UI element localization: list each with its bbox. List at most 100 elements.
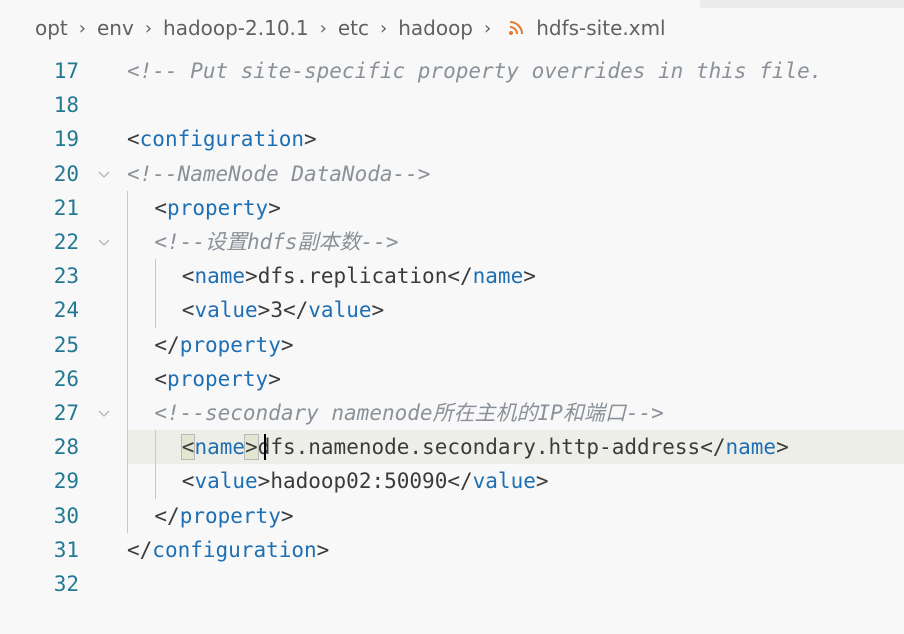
line-number: 19	[53, 127, 79, 152]
tag-bracket: <	[181, 298, 195, 323]
code-content: <name>dfs.namenode.secondary.http-addres…	[180, 430, 789, 464]
chevron-down-icon[interactable]	[98, 236, 110, 248]
code-line-23[interactable]: 23 <name>dfs.replication</name>	[0, 259, 904, 293]
breadcrumb-opt[interactable]: opt	[33, 16, 70, 40]
line-number: 18	[53, 93, 79, 118]
line-number: 31	[53, 537, 79, 562]
breadcrumb-env[interactable]: env	[95, 16, 136, 40]
chevron-right-icon: ›	[380, 17, 388, 39]
tag-bracket: </	[127, 537, 153, 562]
breadcrumb-file[interactable]: hdfs-site.xml	[534, 16, 667, 40]
line-number: 24	[53, 298, 79, 323]
code-line-22[interactable]: 22 <!--设置hdfs副本数-->	[0, 225, 904, 259]
tag-bracket: </	[282, 298, 309, 323]
code-content: <!--设置hdfs副本数-->	[154, 225, 398, 259]
line-number: 23	[53, 264, 79, 289]
tag-bracket: <	[154, 366, 168, 391]
editor-tab-strip	[0, 0, 904, 8]
tag-name: name	[725, 435, 777, 460]
breadcrumb-hadoop[interactable]: hadoop	[396, 16, 475, 40]
tag-name: value	[194, 298, 258, 323]
active-tab-area[interactable]	[0, 0, 700, 8]
line-number: 27	[53, 401, 79, 425]
code-line-24[interactable]: 24 <value>3</value>	[0, 293, 904, 327]
tag-bracket: </	[700, 435, 726, 460]
tag-value-text: hadoop02:50090	[270, 469, 448, 494]
breadcrumb-hadoop-version[interactable]: hadoop-2.10.1	[161, 16, 311, 40]
tag-bracket: >	[268, 366, 281, 391]
line-number: 21	[53, 195, 79, 220]
code-line-30[interactable]: 30 </property>	[0, 499, 904, 533]
code-content: </configuration>	[127, 533, 329, 567]
code-line-31[interactable]: 31 </configuration>	[0, 533, 904, 567]
code-line-27[interactable]: 27 <!--secondary namenode所在主机的IP和端口-->	[0, 396, 904, 430]
code-line-25[interactable]: 25 </property>	[0, 328, 904, 362]
tag-bracket: >	[257, 298, 271, 323]
xml-comment: <!--设置hdfs副本数-->	[154, 230, 399, 254]
rss-icon	[509, 21, 524, 35]
indent-guide	[155, 259, 156, 328]
code-line-21[interactable]: 21 <property>	[0, 191, 904, 225]
code-line-20[interactable]: 20 <!--NameNode DataNoda-->	[0, 157, 904, 191]
code-line-32[interactable]: 32	[0, 567, 904, 601]
tag-name: property	[179, 503, 281, 528]
chevron-right-icon: ›	[319, 17, 327, 39]
code-content: </property>	[154, 499, 293, 533]
tag-bracket: <	[154, 195, 168, 220]
chevron-right-icon: ›	[78, 17, 86, 39]
breadcrumb: opt › env › hadoop-2.10.1 › etc › hadoop…	[0, 8, 904, 48]
indent-guide	[155, 430, 156, 499]
line-number: 22	[53, 230, 79, 254]
line-number: 20	[53, 161, 79, 186]
line-number: 28	[53, 435, 79, 460]
chevron-down-icon[interactable]	[98, 407, 110, 419]
tag-bracket: >	[280, 332, 294, 357]
code-content: <value>hadoop02:50090</value>	[182, 464, 549, 498]
code-line-18[interactable]: 18	[0, 88, 904, 122]
tag-name: property	[167, 366, 269, 391]
tag-name: configuration	[152, 537, 317, 562]
code-line-29[interactable]: 29 <value>hadoop02:50090</value>	[0, 464, 904, 498]
tag-name: value	[194, 469, 258, 494]
tag-bracket: >	[371, 298, 385, 323]
tag-name: name	[194, 264, 246, 289]
line-number: 32	[53, 572, 79, 596]
code-content: <!--NameNode DataNoda-->	[127, 157, 430, 191]
tag-name: property	[167, 195, 269, 220]
tag-bracket: >	[268, 195, 281, 220]
tag-value-text: dfs.namenode.secondary.http-address	[257, 435, 701, 460]
code-line-28[interactable]: 28 <name>dfs.namenode.secondary.http-addr…	[0, 430, 904, 465]
tag-name: name	[194, 435, 246, 460]
code-content: </property>	[154, 328, 293, 362]
code-line-17[interactable]: 17 <!-- Put site-specific property overri…	[0, 54, 904, 88]
line-number: 25	[53, 332, 79, 357]
chevron-down-icon[interactable]	[98, 168, 110, 180]
code-editor[interactable]: 17 <!-- Put site-specific property overri…	[0, 54, 904, 634]
tag-bracket: </	[154, 503, 180, 528]
tag-bracket: <	[181, 264, 195, 289]
tag-name: configuration	[139, 127, 305, 152]
tag-bracket: >	[776, 435, 789, 460]
tag-bracket: >	[523, 264, 536, 289]
xml-comment: <!-- Put site-specific property override…	[127, 59, 823, 83]
tag-bracket: <	[181, 469, 195, 494]
tag-value-text: dfs.replication	[257, 264, 448, 289]
xml-comment: <!--secondary namenode所在主机的IP和端口-->	[154, 401, 664, 425]
breadcrumb-etc[interactable]: etc	[336, 16, 371, 40]
tag-name: property	[179, 332, 281, 357]
tag-name: value	[472, 469, 536, 494]
tag-name: name	[472, 264, 524, 289]
line-number: 30	[53, 503, 79, 528]
code-line-26[interactable]: 26 <property>	[0, 362, 904, 396]
code-content: <property>	[154, 362, 280, 396]
code-line-19[interactable]: 19 <configuration>	[0, 122, 904, 156]
code-content: <!--secondary namenode所在主机的IP和端口-->	[154, 396, 663, 430]
line-number: 29	[53, 469, 79, 494]
tag-name: value	[308, 298, 372, 323]
indent-guide	[127, 190, 128, 533]
line-number: 17	[53, 59, 79, 83]
tag-bracket: </	[154, 332, 180, 357]
tag-bracket: >	[316, 537, 330, 562]
tag-bracket: <	[127, 127, 140, 152]
code-content: <!-- Put site-specific property override…	[127, 54, 822, 88]
